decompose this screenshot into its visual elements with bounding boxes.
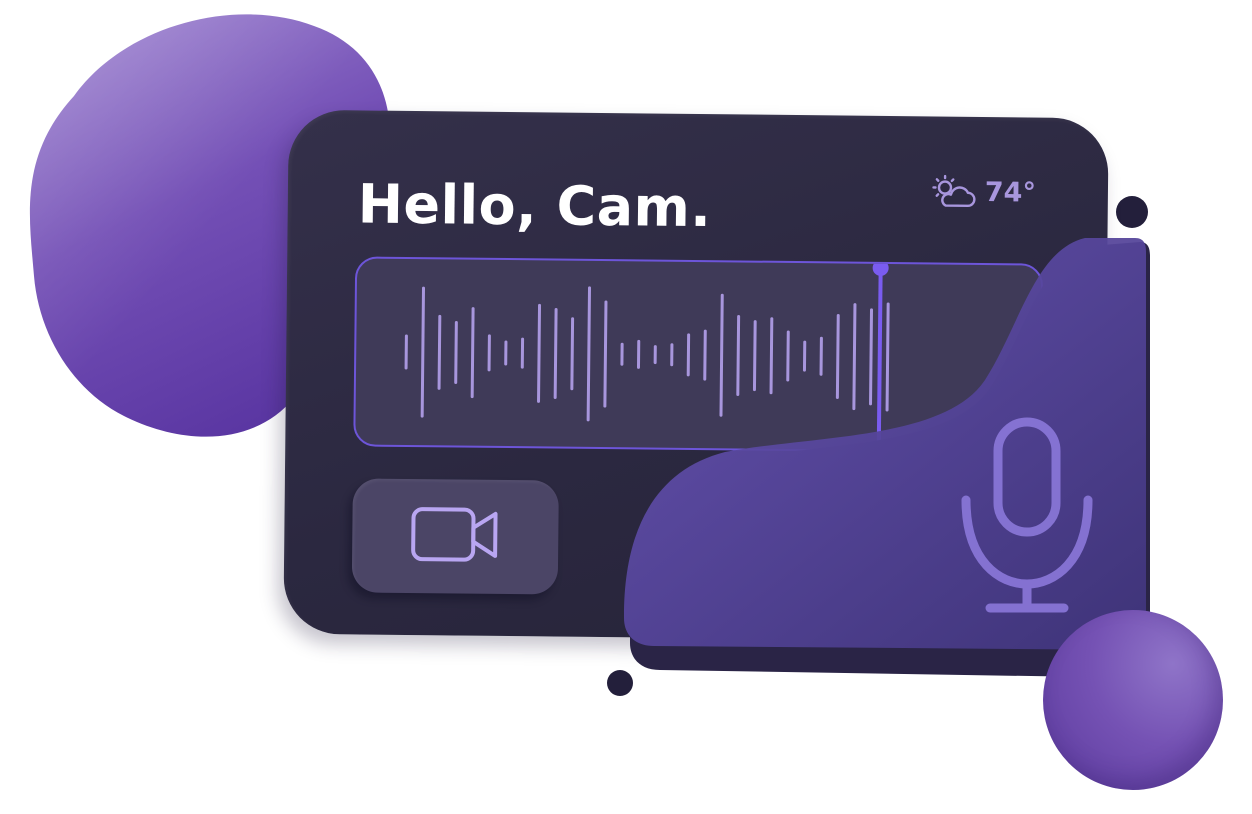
waveform-bar [603, 300, 608, 408]
waveform-bar [570, 317, 575, 391]
microphone-icon [961, 417, 1093, 613]
weather-widget: 74° [931, 174, 1036, 209]
waveform-bar [470, 307, 475, 399]
partly-cloudy-icon [931, 174, 977, 208]
waveform-bar [586, 286, 592, 422]
waveform-bar [454, 320, 458, 384]
purple-sphere [1043, 610, 1223, 790]
video-camera-icon [409, 503, 502, 570]
illustration-stage: Hello, Cam. 74° [0, 0, 1252, 814]
waveform-bar [437, 314, 442, 390]
decorative-dot [1116, 196, 1148, 228]
waveform-bar [553, 308, 558, 400]
video-call-button[interactable] [351, 478, 559, 595]
temperature-label: 74° [984, 176, 1037, 209]
waveform-bar [420, 286, 426, 418]
waveform-bar [537, 303, 542, 403]
greeting-title: Hello, Cam. [357, 172, 712, 240]
